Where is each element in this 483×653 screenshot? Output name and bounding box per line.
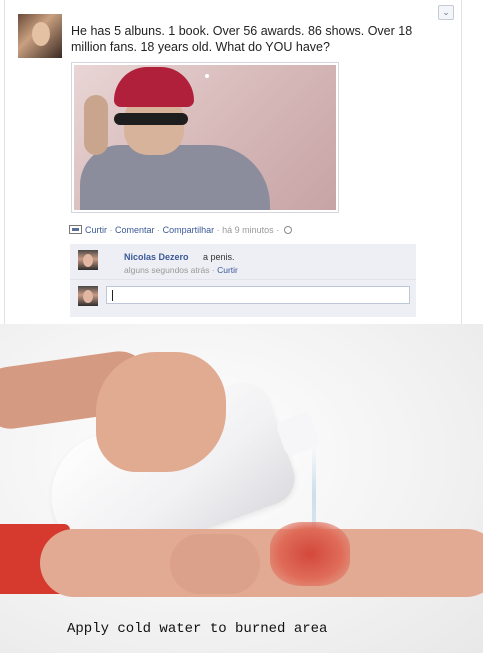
viewer-avatar xyxy=(78,286,98,306)
avatar-face xyxy=(32,22,50,46)
lower-hand xyxy=(170,534,260,594)
photo-image xyxy=(74,65,336,210)
photo-hand xyxy=(84,95,108,155)
top-hand xyxy=(96,352,226,472)
comment-author[interactable]: Nicolas Dezero xyxy=(124,252,189,262)
separator: · xyxy=(157,225,161,235)
post-actions: Curtir · Comentar · Compartilhar · há 9 … xyxy=(69,225,292,235)
separator: · xyxy=(109,225,113,235)
burn-area xyxy=(270,522,350,586)
commenter-avatar[interactable] xyxy=(78,250,98,270)
comment-item: Nicolas Dezero a penis. alguns segundos … xyxy=(70,244,416,280)
post-photo[interactable] xyxy=(71,62,339,213)
post-text: He has 5 albuns. 1 book. Over 56 awards.… xyxy=(71,24,413,54)
photo-sweater xyxy=(80,145,270,210)
facebook-post: ⌄ He has 5 albuns. 1 book. Over 56 award… xyxy=(0,0,483,324)
text-caret xyxy=(112,290,113,301)
comment-input[interactable] xyxy=(106,286,410,304)
comments-section: Nicolas Dezero a penis. alguns segundos … xyxy=(70,244,416,317)
share-link[interactable]: Compartilhar xyxy=(163,225,215,235)
post-timestamp[interactable]: há 9 minutos xyxy=(222,225,274,235)
photo-light-spot xyxy=(205,74,209,78)
like-icon xyxy=(69,225,82,234)
chevron-down-icon[interactable]: ⌄ xyxy=(438,5,454,20)
photo-caption: Apply cold water to burned area xyxy=(67,621,328,637)
author-avatar[interactable] xyxy=(18,14,62,58)
comment-text: a penis. xyxy=(203,252,235,262)
separator: · xyxy=(276,225,280,235)
comment-like-link[interactable]: Curtir xyxy=(217,265,238,275)
separator: · xyxy=(216,225,220,235)
like-link[interactable]: Curtir xyxy=(85,225,107,235)
photo-sunglasses xyxy=(114,113,188,125)
comment-meta: alguns segundos atrás · Curtir xyxy=(124,265,238,275)
comment-link[interactable]: Comentar xyxy=(115,225,155,235)
globe-icon[interactable] xyxy=(283,226,292,234)
demotivational-photo: Apply cold water to burned area xyxy=(0,324,483,653)
photo-beanie xyxy=(114,67,194,107)
burned-arm xyxy=(40,529,483,597)
comment-timestamp[interactable]: alguns segundos atrás xyxy=(124,265,210,275)
